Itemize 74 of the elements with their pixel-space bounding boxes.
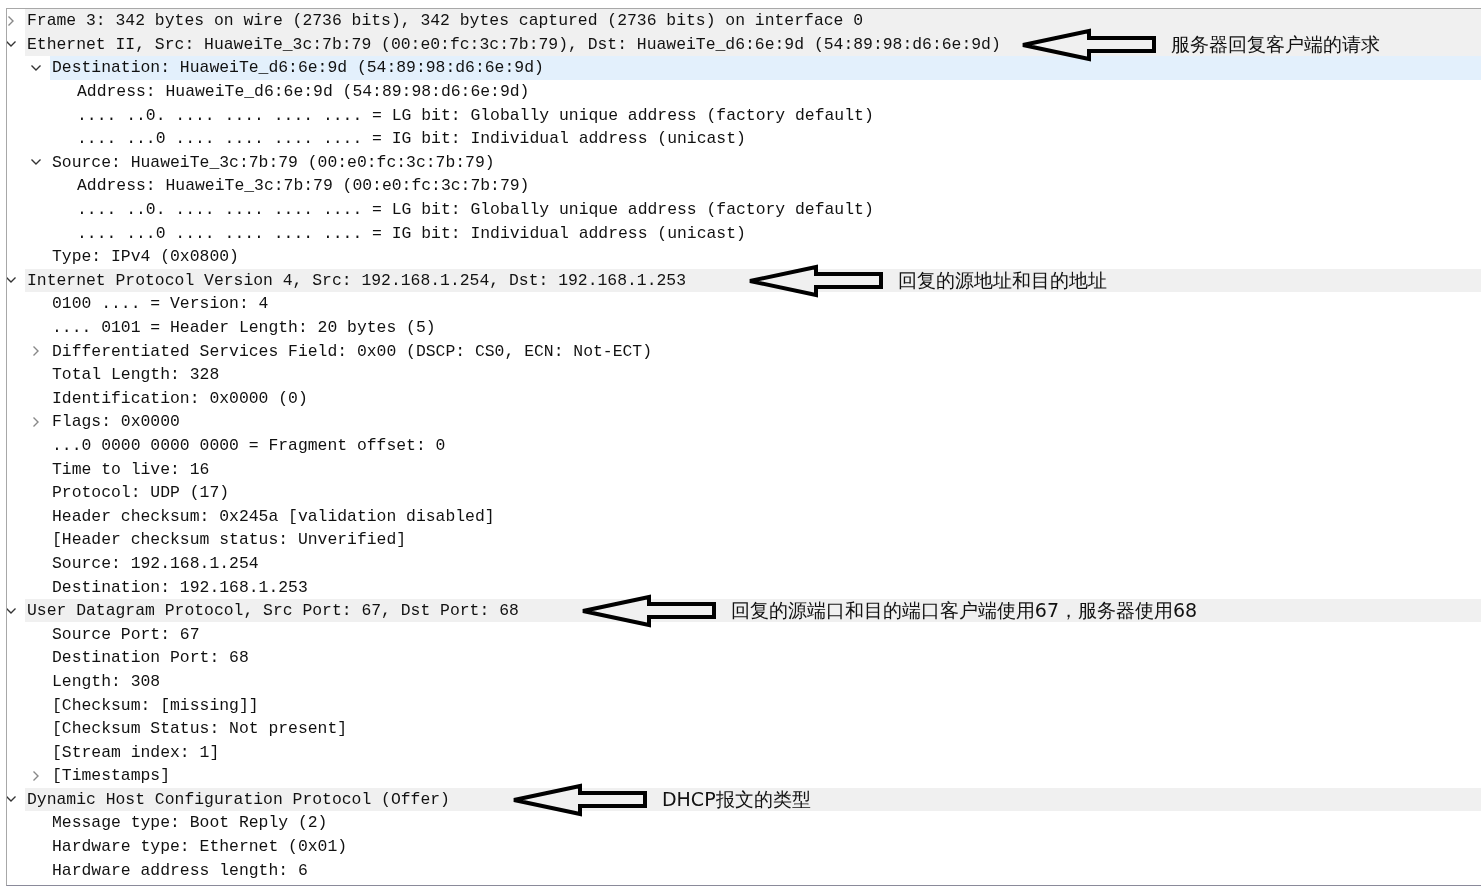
- tree-item-label: Address: HuaweiTe_3c:7b:79 (00:e0:fc:3c:7b:79): [77, 176, 530, 196]
- tree-item-label: Internet Protocol Version 4, Src: 192.168.1.254, Dst: 192.168.1.253: [27, 270, 686, 290]
- tree-item-label: .... ...0 .... .... .... .... = IG bit: Individual address (unicast): [77, 223, 746, 243]
- tree-item-label: [Timestamps]: [52, 766, 171, 786]
- tree-row[interactable]: Address: HuaweiTe_d6:6e:9d (54:89:98:d6:6e:9d): [75, 79, 1481, 104]
- tree-row[interactable]: Address: HuaweiTe_3c:7b:79 (00:e0:fc:3c:7b:79): [75, 174, 1481, 198]
- tree-row[interactable]: .... ...0 .... .... .... .... = IG bit: Individual address (unicast): [75, 126, 1481, 151]
- tree-item-label: Time to live: 16: [52, 459, 210, 479]
- tree-row[interactable]: [Checksum Status: Not present]: [50, 716, 1481, 741]
- tree-row[interactable]: 0100 .... = Version: 4: [50, 292, 1481, 316]
- tree-item-label: [Header checksum status: Unverified]: [52, 530, 407, 550]
- tree-row[interactable]: .... ..0. .... .... .... .... = LG bit: Globally unique address (factory default): [75, 197, 1481, 222]
- tree-item-label: .... ..0. .... .... .... .... = LG bit: Globally unique address (factory default): [77, 105, 874, 125]
- tree-item-label: Message type: Boot Reply (2): [52, 813, 328, 833]
- tree-item-label: .... ...0 .... .... .... .... = IG bit: Individual address (unicast): [77, 129, 746, 149]
- tree-row[interactable]: .... ...0 .... .... .... .... = IG bit: Individual address (unicast): [75, 221, 1481, 245]
- tree-row[interactable]: Source: 192.168.1.254: [50, 551, 1481, 576]
- tree-item-label: Address: HuaweiTe_d6:6e:9d (54:89:98:d6:6e:9d): [77, 82, 530, 102]
- tree-row[interactable]: Message type: Boot Reply (2): [50, 811, 1481, 835]
- tree-item-label: .... 0101 = Header Length: 20 bytes (5): [52, 318, 436, 337]
- tree-row[interactable]: Source Port: 67: [50, 622, 1481, 647]
- tree-row[interactable]: Differentiated Services Field: 0x00 (DSCP: CS0, ECN: Not-ECT): [50, 339, 1481, 363]
- tree-row[interactable]: Total Length: 328: [50, 362, 1481, 387]
- tree-item-label: ...0 0000 0000 0000 = Fragment offset: 0: [52, 436, 446, 455]
- tree-row[interactable]: Destination: HuaweiTe_d6:6e:9d (54:89:98:d6:6e:9d): [50, 56, 1481, 80]
- tree-item-label: .... ..0. .... .... .... .... = LG bit: Globally unique address (factory default): [77, 200, 874, 220]
- tree-item-label: 0100 .... = Version: 4: [52, 294, 269, 314]
- tree-row[interactable]: [Stream index: 1]: [50, 740, 1481, 764]
- annotation-text: 回复的源地址和目的地址: [898, 267, 1108, 293]
- tree-item-label: [Checksum Status: Not present]: [52, 719, 348, 739]
- annotation-text: DHCP报文的类型: [661, 786, 812, 812]
- tree-row[interactable]: Header checksum: 0x245a [validation disabled]: [50, 504, 1481, 529]
- tree-row[interactable]: Hardware type: Ethernet (0x01): [50, 834, 1481, 859]
- tree-row[interactable]: .... ..0. .... .... .... .... = LG bit: Globally unique address (factory default): [75, 103, 1481, 127]
- tree-row[interactable]: Source: HuaweiTe_3c:7b:79 (00:e0:fc:3c:7b:79): [50, 150, 1481, 175]
- tree-row[interactable]: Time to live: 16: [50, 457, 1481, 481]
- tree-item-label: Flags: 0x0000: [52, 412, 180, 432]
- tree-item-label: Header checksum: 0x245a [validation disabled]: [52, 506, 495, 526]
- tree-item-label: Destination: HuaweiTe_d6:6e:9d (54:89:98:d6:6e:9d): [52, 58, 544, 78]
- tree-row[interactable]: [Timestamps]: [50, 764, 1481, 788]
- tree-row[interactable]: .... 0101 = Header Length: 20 bytes (5): [50, 315, 1481, 340]
- annotation-text: 服务器回复客户端的请求: [1170, 31, 1381, 57]
- tree-item-label: Source: HuaweiTe_3c:7b:79 (00:e0:fc:3c:7b:79): [52, 152, 495, 172]
- tree-item-label: Protocol: UDP (17): [52, 483, 230, 503]
- tree-row[interactable]: Flags: 0x0000: [50, 410, 1481, 434]
- tree-item-label: Hardware address length: 6: [52, 860, 308, 880]
- tree-item-label: Type: IPv4 (0x0800): [52, 247, 239, 267]
- tree-item-label: Frame 3: 342 bytes on wire (2736 bits), 342 bytes captured (2736 bits) on interface 0: [27, 11, 864, 31]
- tree-item-label: User Datagram Protocol, Src Port: 67, Dst Port: 68: [27, 601, 519, 621]
- tree-row[interactable]: Destination: 192.168.1.253: [50, 575, 1481, 599]
- tree-row[interactable]: Length: 308: [50, 669, 1481, 694]
- tree-item-label: Total Length: 328: [52, 365, 220, 385]
- tree-item-label: Source Port: 67: [52, 624, 200, 644]
- tree-item-label: Length: 308: [52, 671, 161, 691]
- annotation-text: 回复的源端口和目的端口客户端使用67，服务器使用68: [730, 597, 1199, 623]
- tree-item-label: Differentiated Services Field: 0x00 (DSCP: CS0, ECN: Not-ECT): [52, 341, 652, 361]
- tree-row[interactable]: Destination Port: 68: [50, 646, 1481, 670]
- tree-item-label: Hardware type: Ethernet (0x01): [52, 837, 348, 857]
- tree-item-label: Ethernet II, Src: HuaweiTe_3c:7b:79 (00:e0:fc:3c:7b:79), Dst: HuaweiTe_d6:6e:9d (54:89:98:d6:6e:9d): [27, 34, 1001, 54]
- tree-row[interactable]: Protocol: UDP (17): [50, 480, 1481, 505]
- tree-item-label: Source: 192.168.1.254: [52, 553, 259, 573]
- tree-row[interactable]: Identification: 0x0000 (0): [50, 386, 1481, 411]
- tree-row[interactable]: Type: IPv4 (0x0800): [50, 244, 1481, 269]
- tree-item-label: Identification: 0x0000 (0): [52, 388, 308, 408]
- tree-row[interactable]: Frame 3: 342 bytes on wire (2736 bits), 342 bytes captured (2736 bits) on interface 0: [25, 9, 1481, 33]
- tree-row[interactable]: [Checksum: [missing]]: [50, 693, 1481, 717]
- tree-item-label: [Stream index: 1]: [52, 742, 220, 762]
- tree-row[interactable]: ...0 0000 0000 0000 = Fragment offset: 0: [50, 433, 1481, 458]
- tree-row[interactable]: Hardware address length: 6: [50, 858, 1481, 882]
- tree-row[interactable]: [Header checksum status: Unverified]: [50, 528, 1481, 552]
- tree-item-label: Destination: 192.168.1.253: [52, 577, 308, 597]
- tree-item-label: Destination Port: 68: [52, 648, 249, 668]
- tree-item-label: [Checksum: [missing]]: [52, 695, 259, 715]
- tree-item-label: Dynamic Host Configuration Protocol (Offer): [27, 789, 450, 809]
